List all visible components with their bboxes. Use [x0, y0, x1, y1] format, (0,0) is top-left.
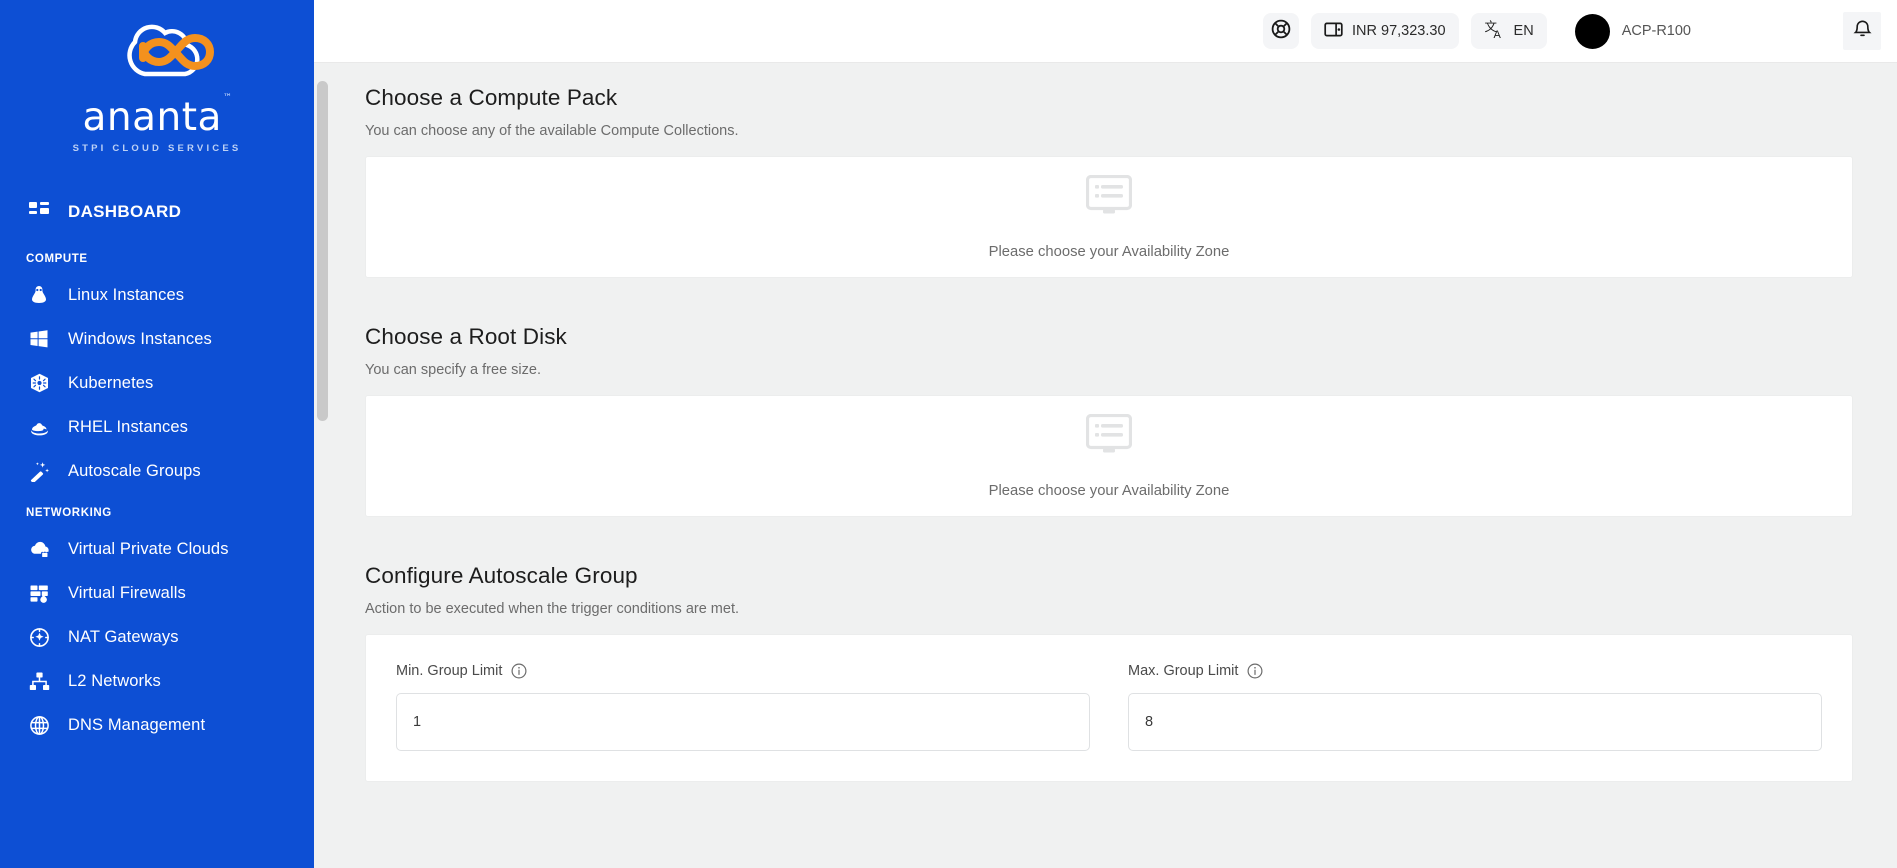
bell-icon [1852, 18, 1873, 44]
trademark-symbol: ™ [222, 93, 233, 103]
dashboard-grid-icon [28, 201, 50, 223]
brand-wordmark: ananta™ [82, 94, 232, 140]
sidebar-item-label: DASHBOARD [68, 202, 182, 221]
brand-logo[interactable]: ananta™ STPI CLOUD SERVICES [0, 0, 314, 172]
brand-name-text: ananta [82, 95, 222, 140]
info-icon[interactable] [1247, 663, 1263, 679]
sidebar-section-compute: COMPUTE [26, 253, 88, 265]
sidebar-item-label: NAT Gateways [68, 627, 179, 646]
autoscale-group-form-card: Min. Group Limit 1 Max. Group Limit 8 [365, 634, 1853, 782]
network-topology-icon [28, 670, 50, 692]
cloud-lock-icon [28, 538, 50, 560]
section-title-root-disk: Choose a Root Disk [365, 324, 567, 349]
sidebar-item-virtual-firewalls[interactable]: Virtual Firewalls [0, 571, 314, 615]
sidebar-item-label: Windows Instances [68, 329, 212, 348]
page-content: Choose a Compute Pack You can choose any… [314, 63, 1897, 868]
sidebar-item-label: Virtual Private Clouds [68, 539, 229, 558]
kubernetes-helm-icon [28, 372, 50, 394]
info-icon[interactable] [511, 663, 527, 679]
monitor-list-icon [1085, 174, 1133, 222]
sidebar-item-label: L2 Networks [68, 671, 161, 690]
user-menu[interactable]: ACP-R100 [1574, 13, 1691, 49]
app-root: ananta™ STPI CLOUD SERVICES DASHBOARD CO… [0, 0, 1897, 868]
windows-logo-icon [28, 328, 50, 350]
sidebar-item-virtual-private-clouds[interactable]: Virtual Private Clouds [0, 527, 314, 571]
sidebar-item-rhel-instances[interactable]: RHEL Instances [0, 405, 314, 449]
globe-icon [28, 714, 50, 736]
wallet-icon [1324, 20, 1343, 43]
sidebar-item-label: Autoscale Groups [68, 461, 201, 480]
root-disk-empty-card: Please choose your Availability Zone [365, 395, 1853, 517]
sidebar-item-kubernetes[interactable]: Kubernetes [0, 361, 314, 405]
sidebar-item-label: Virtual Firewalls [68, 583, 186, 602]
lifebuoy-icon [1271, 19, 1291, 43]
sidebar-item-label: Kubernetes [68, 373, 154, 392]
sidebar-item-linux-instances[interactable]: Linux Instances [0, 273, 314, 317]
firewall-brick-icon [28, 582, 50, 604]
top-header: INR 97,323.30 文 A EN ACP-R100 [314, 0, 1897, 63]
wallet-balance-button[interactable]: INR 97,323.30 [1311, 13, 1459, 49]
linux-penguin-icon [28, 284, 50, 306]
max-group-limit-field: Max. Group Limit [1128, 663, 1822, 751]
infinity-cloud-logo-icon [127, 24, 214, 77]
sidebar-section-networking: NETWORKING [26, 507, 112, 519]
root-disk-empty-message: Please choose your Availability Zone [988, 482, 1230, 499]
svg-text:A: A [1493, 29, 1501, 40]
monitor-list-icon [1085, 413, 1133, 461]
sidebar-item-nat-gateways[interactable]: NAT Gateways [0, 615, 314, 659]
support-button[interactable] [1263, 13, 1300, 49]
sidebar-item-dns-management[interactable]: DNS Management [0, 703, 314, 747]
compute-pack-empty-card: Please choose your Availability Zone [365, 156, 1853, 278]
nat-gateway-icon [28, 626, 50, 648]
sidebar-item-autoscale-groups[interactable]: Autoscale Groups [0, 449, 314, 493]
sidebar-item-label: RHEL Instances [68, 417, 189, 436]
section-title-compute-pack: Choose a Compute Pack [365, 85, 618, 110]
max-group-limit-label-row: Max. Group Limit [1128, 663, 1822, 679]
group-limits-row: Min. Group Limit 1 Max. Group Limit 8 [396, 663, 1822, 751]
vertical-scrollbar-thumb[interactable] [317, 81, 328, 421]
section-subtitle-root-disk: You can specify a free size. [365, 362, 541, 378]
sidebar-item-windows-instances[interactable]: Windows Instances [0, 317, 314, 361]
translate-icon: 文 A [1484, 19, 1505, 44]
sidebar: ananta™ STPI CLOUD SERVICES DASHBOARD CO… [0, 0, 314, 868]
min-group-limit-label: Min. Group Limit [396, 663, 503, 679]
avatar [1574, 13, 1610, 49]
sidebar-item-dashboard[interactable]: DASHBOARD [0, 190, 314, 239]
user-name-label: ACP-R100 [1621, 23, 1691, 39]
max-group-limit-input[interactable] [1128, 693, 1822, 751]
section-subtitle-compute-pack: You can choose any of the available Comp… [365, 123, 739, 139]
language-selector-button[interactable]: 文 A EN [1470, 13, 1547, 49]
sidebar-nav: DASHBOARD COMPUTE Linux Instances Window… [0, 190, 314, 747]
section-title-autoscale-group: Configure Autoscale Group [365, 563, 638, 588]
main-area: INR 97,323.30 文 A EN ACP-R100 Choose a C… [314, 0, 1897, 868]
sidebar-item-l2-networks[interactable]: L2 Networks [0, 659, 314, 703]
min-group-limit-input[interactable] [396, 693, 1090, 751]
section-subtitle-autoscale-group: Action to be executed when the trigger c… [365, 601, 739, 617]
language-code-label: EN [1513, 23, 1534, 39]
compute-pack-empty-message: Please choose your Availability Zone [988, 243, 1230, 260]
min-group-limit-field: Min. Group Limit [396, 663, 1090, 751]
max-group-limit-label: Max. Group Limit [1128, 663, 1239, 679]
sidebar-item-label: DNS Management [68, 715, 206, 734]
content-scroll-region: Choose a Compute Pack You can choose any… [314, 63, 1897, 868]
wallet-amount-label: INR 97,323.30 [1352, 23, 1446, 39]
min-group-limit-label-row: Min. Group Limit [396, 663, 1090, 679]
sidebar-item-label: Linux Instances [68, 285, 185, 304]
magic-wand-icon [28, 460, 50, 482]
brand-tagline: STPI CLOUD SERVICES [72, 143, 242, 154]
notifications-button[interactable] [1843, 12, 1881, 50]
redhat-fedora-icon [28, 416, 50, 438]
